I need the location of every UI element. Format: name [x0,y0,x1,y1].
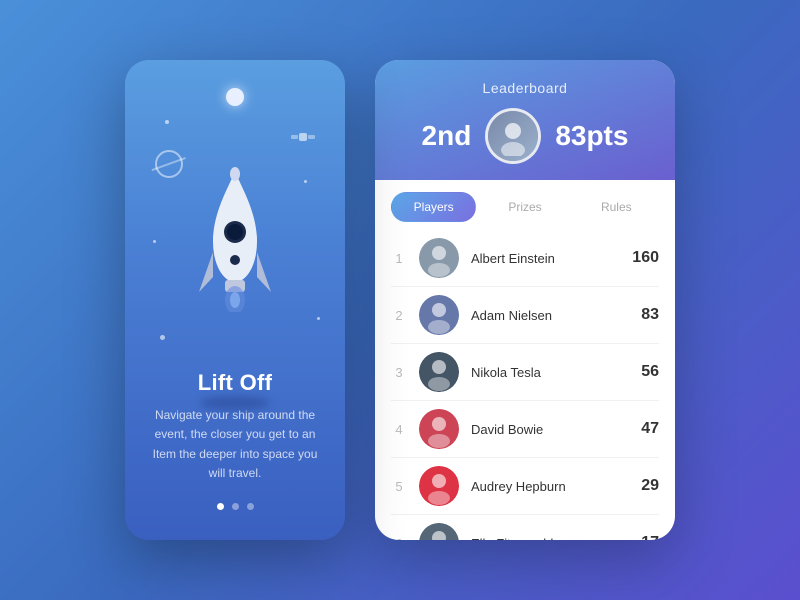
player-row: 3 Nikola Tesla 56 [375,344,675,400]
player-score: 47 [641,420,659,438]
player-row: 6 Ella Fitzgerald 17 [375,515,675,540]
player-score: 56 [641,363,659,381]
rocket-icon [195,152,275,312]
player-name: Ella Fitzgerald [471,536,629,541]
current-rank: 2nd [422,120,472,152]
avatar-image [419,238,459,278]
star-icon [304,180,307,183]
player-rank: 3 [391,365,407,380]
player-avatar [419,352,459,392]
player-avatar [419,238,459,278]
star-icon [160,335,165,340]
player-score: 160 [632,249,659,267]
player-score: 17 [641,534,659,540]
player-score: 29 [641,477,659,495]
dot-3[interactable] [247,503,254,510]
tab-rules[interactable]: Rules [574,192,659,222]
players-list: 1 Albert Einstein 160 2 [375,222,675,540]
tab-prizes[interactable]: Prizes [482,192,567,222]
planet-icon [155,150,183,178]
current-user-avatar [485,108,541,164]
rocket-scene [125,60,345,420]
player-name: Adam Nielsen [471,308,629,323]
player-avatar [419,523,459,540]
player-name: Audrey Hepburn [471,479,629,494]
player-rank: 4 [391,422,407,437]
tab-players[interactable]: Players [391,192,476,222]
avatar-image [419,466,459,506]
player-avatar [419,409,459,449]
player-name: David Bowie [471,422,629,437]
player-rank: 1 [391,251,407,266]
avatar-image [419,409,459,449]
left-card: Lift Off Navigate your ship around the e… [125,60,345,540]
satellite-icon [291,130,315,144]
player-rank: 5 [391,479,407,494]
player-name: Nikola Tesla [471,365,629,380]
avatar-image [419,295,459,335]
right-card: Leaderboard 2nd 83pts Players Prizes Rul… [375,60,675,540]
avatar-image [419,523,459,540]
moon-icon [226,88,244,106]
star-icon [165,120,169,124]
player-row: 2 Adam Nielsen 83 [375,287,675,343]
avatar-image [419,352,459,392]
player-row: 1 Albert Einstein 160 [375,230,675,286]
player-row: 4 David Bowie 47 [375,401,675,457]
player-rank: 2 [391,308,407,323]
pagination-dots [217,503,254,510]
tabs-row: Players Prizes Rules [375,180,675,222]
player-avatar [419,295,459,335]
dot-2[interactable] [232,503,239,510]
avatar-image [488,111,538,161]
dot-1[interactable] [217,503,224,510]
leaderboard-title: Leaderboard [483,80,568,96]
leaderboard-header: Leaderboard 2nd 83pts [375,60,675,180]
current-pts: 83pts [555,120,628,152]
player-row: 5 Audrey Hepburn 29 [375,458,675,514]
player-name: Albert Einstein [471,251,620,266]
player-avatar [419,466,459,506]
star-icon [317,317,320,320]
player-rank: 6 [391,536,407,541]
rank-row: 2nd 83pts [395,108,655,164]
star-icon [153,240,156,243]
player-score: 83 [641,306,659,324]
rocket-shadow [200,396,270,410]
